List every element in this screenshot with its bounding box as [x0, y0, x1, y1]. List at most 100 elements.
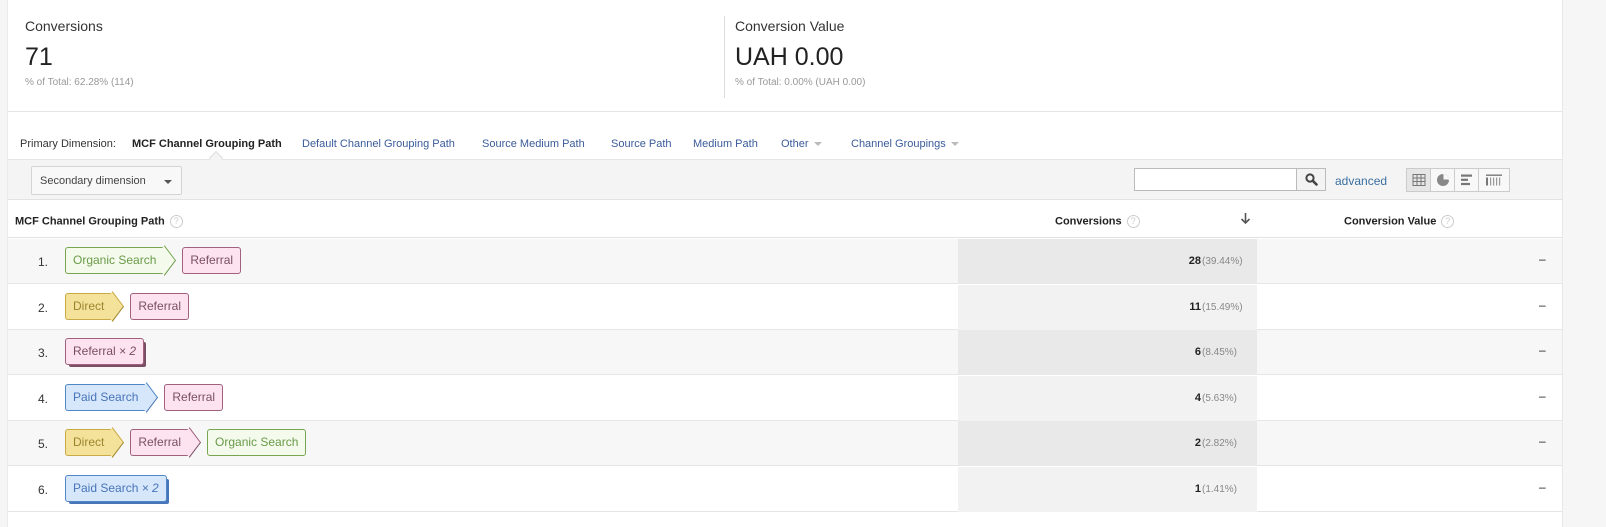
conversion-value-cell: –	[1539, 343, 1546, 357]
chevron-down-icon	[950, 142, 959, 147]
channel-chip-label: Organic Search	[215, 435, 299, 449]
other-label: Other	[781, 138, 809, 150]
left-gutter	[0, 0, 8, 527]
secondary-dimension-dropdown[interactable]: Secondary dimension	[31, 166, 182, 195]
conversion-path: Organic Search Referral	[65, 247, 250, 274]
row-index: 3.	[38, 346, 49, 360]
channel-chip-label: Referral	[73, 344, 116, 358]
conversions-percent: (5.63%)	[1202, 393, 1238, 404]
conversions-cell: 4 (5.63%)	[958, 376, 1257, 421]
channel-chip-label: Paid Search	[73, 481, 139, 495]
channel-chip-paid: Paid Search × 2	[65, 475, 171, 506]
conversions-cell: 28 (39.44%)	[958, 239, 1257, 284]
chevron-down-icon	[813, 142, 822, 147]
help-icon[interactable]: ?	[1126, 215, 1140, 228]
pie-view-button[interactable]	[1431, 169, 1455, 191]
channel-chip-organic: Organic Search	[65, 247, 164, 274]
conversions-cell: 1 (1.41%)	[958, 467, 1257, 512]
column-header-label: Conversion Value	[1344, 215, 1437, 228]
row-index: 2.	[38, 301, 49, 315]
conversions-percent: (39.44%)	[1202, 256, 1243, 267]
conversion-path: Direct Referral Organic Search	[65, 429, 315, 456]
dimension-link-default-channel-grouping-path[interactable]: Default Channel Grouping Path	[302, 138, 455, 150]
scorecard-subtext: % of Total: 0.00% (UAH 0.00)	[735, 77, 866, 88]
conversions-cell: 11 (15.49%)	[958, 285, 1257, 330]
conversion-path: Direct Referral	[65, 293, 198, 320]
conversion-path: Referral × 2	[65, 338, 153, 369]
channel-chip-referral: Referral	[130, 293, 190, 320]
channel-chip-label: Referral	[190, 253, 234, 267]
channel-chip-direct: Direct	[65, 429, 112, 456]
search-icon	[1305, 173, 1318, 186]
performance-view-button[interactable]	[1455, 169, 1479, 191]
column-header-path[interactable]: MCF Channel Grouping Path?	[15, 215, 183, 228]
conversion-value-cell: –	[1539, 252, 1546, 266]
scorecard-title: Conversions	[25, 18, 103, 34]
table-row: 5. Direct Referral Organic Search 2 (2.82%) –	[8, 421, 1562, 466]
dimension-link-medium-path[interactable]: Medium Path	[693, 138, 758, 150]
conversions-percent: (8.45%)	[1202, 347, 1238, 358]
column-header-conversions[interactable]: Conversions?	[1055, 215, 1140, 228]
conversions-percent: (2.82%)	[1202, 438, 1238, 449]
row-index: 4.	[38, 392, 49, 406]
conversions-value: 28	[1188, 255, 1201, 267]
performance-view-icon	[1460, 174, 1472, 186]
row-index: 6.	[38, 483, 49, 497]
row-index: 1.	[38, 255, 49, 269]
channel-chip-label: Referral	[138, 299, 182, 313]
table-row: 3. Referral × 2 6 (8.45%) –	[8, 330, 1562, 375]
channel-chip-label: Direct	[73, 435, 105, 449]
table-row: 2. Direct Referral 11 (15.49%) –	[8, 285, 1562, 330]
dimension-link-source-path[interactable]: Source Path	[611, 138, 672, 150]
chevron-down-icon	[164, 180, 172, 184]
help-icon[interactable]: ?	[169, 215, 183, 228]
sort-descending-icon[interactable]	[1240, 212, 1251, 225]
scorecard-value: UAH 0.00	[735, 43, 844, 71]
channel-groupings-dropdown[interactable]: Channel Groupings	[851, 138, 959, 150]
advanced-filter-link[interactable]: advanced	[1335, 174, 1387, 188]
channel-chip-paid: Paid Search	[65, 384, 146, 411]
scorecard-value: 71	[25, 43, 53, 71]
report-panel: Conversions 71 % of Total: 62.28% (114) …	[8, 0, 1562, 527]
help-icon[interactable]: ?	[1441, 215, 1455, 228]
conversion-value-cell: –	[1539, 389, 1546, 403]
channel-chip-referral: Referral	[164, 384, 224, 411]
conversion-path: Paid Search × 2	[65, 475, 176, 506]
column-header-conversion-value[interactable]: Conversion Value?	[1344, 215, 1455, 228]
conversion-value-cell: –	[1539, 434, 1546, 448]
table-view-button[interactable]	[1407, 169, 1431, 191]
channel-chip-referral: Referral	[130, 429, 189, 456]
channel-groupings-label: Channel Groupings	[851, 138, 946, 150]
table-row: 6. Paid Search × 2 1 (1.41%) –	[8, 467, 1562, 512]
conversion-path: Paid Search Referral	[65, 384, 232, 411]
dimension-link-source-medium-path[interactable]: Source Medium Path	[482, 138, 585, 150]
scorecard-title: Conversion Value	[735, 18, 845, 34]
secondary-dimension-label: Secondary dimension	[40, 175, 146, 187]
table-search-input[interactable]	[1134, 168, 1297, 191]
channel-chip-multiplier: × 2	[119, 344, 137, 358]
conversions-percent: (15.49%)	[1202, 302, 1243, 313]
other-dropdown[interactable]: Other	[781, 138, 822, 150]
primary-dimension-label: Primary Dimension:	[20, 138, 116, 150]
channel-chip-referral: Referral	[182, 247, 242, 274]
column-header-label: Conversions	[1055, 215, 1122, 228]
conversions-value: 6	[1194, 346, 1201, 358]
conversion-value-cell: –	[1539, 480, 1546, 494]
right-gutter	[1562, 0, 1606, 527]
table-row: 1. Organic Search Referral 28 (39.44%) –	[8, 239, 1562, 284]
pivot-view-icon	[1486, 174, 1502, 186]
primary-dimension-active[interactable]: MCF Channel Grouping Path	[132, 138, 282, 150]
search-button[interactable]	[1296, 168, 1326, 191]
table-row: 4. Paid Search Referral 4 (5.63%) –	[8, 376, 1562, 421]
conversions-cell: 6 (8.45%)	[958, 330, 1257, 375]
channel-chip-multiplier: × 2	[141, 481, 159, 495]
table-header: MCF Channel Grouping Path? Conversions? …	[8, 201, 1562, 238]
channel-chip-referral: Referral × 2	[65, 338, 149, 369]
conversions-value: 11	[1189, 301, 1201, 313]
channel-chip-organic: Organic Search	[207, 429, 307, 456]
channel-chip-label: Organic Search	[73, 253, 157, 267]
channel-chip-direct: Direct	[65, 293, 112, 320]
conversion-value-cell: –	[1539, 298, 1546, 312]
pivot-view-button[interactable]	[1479, 169, 1509, 191]
table-view-icon	[1412, 174, 1425, 186]
